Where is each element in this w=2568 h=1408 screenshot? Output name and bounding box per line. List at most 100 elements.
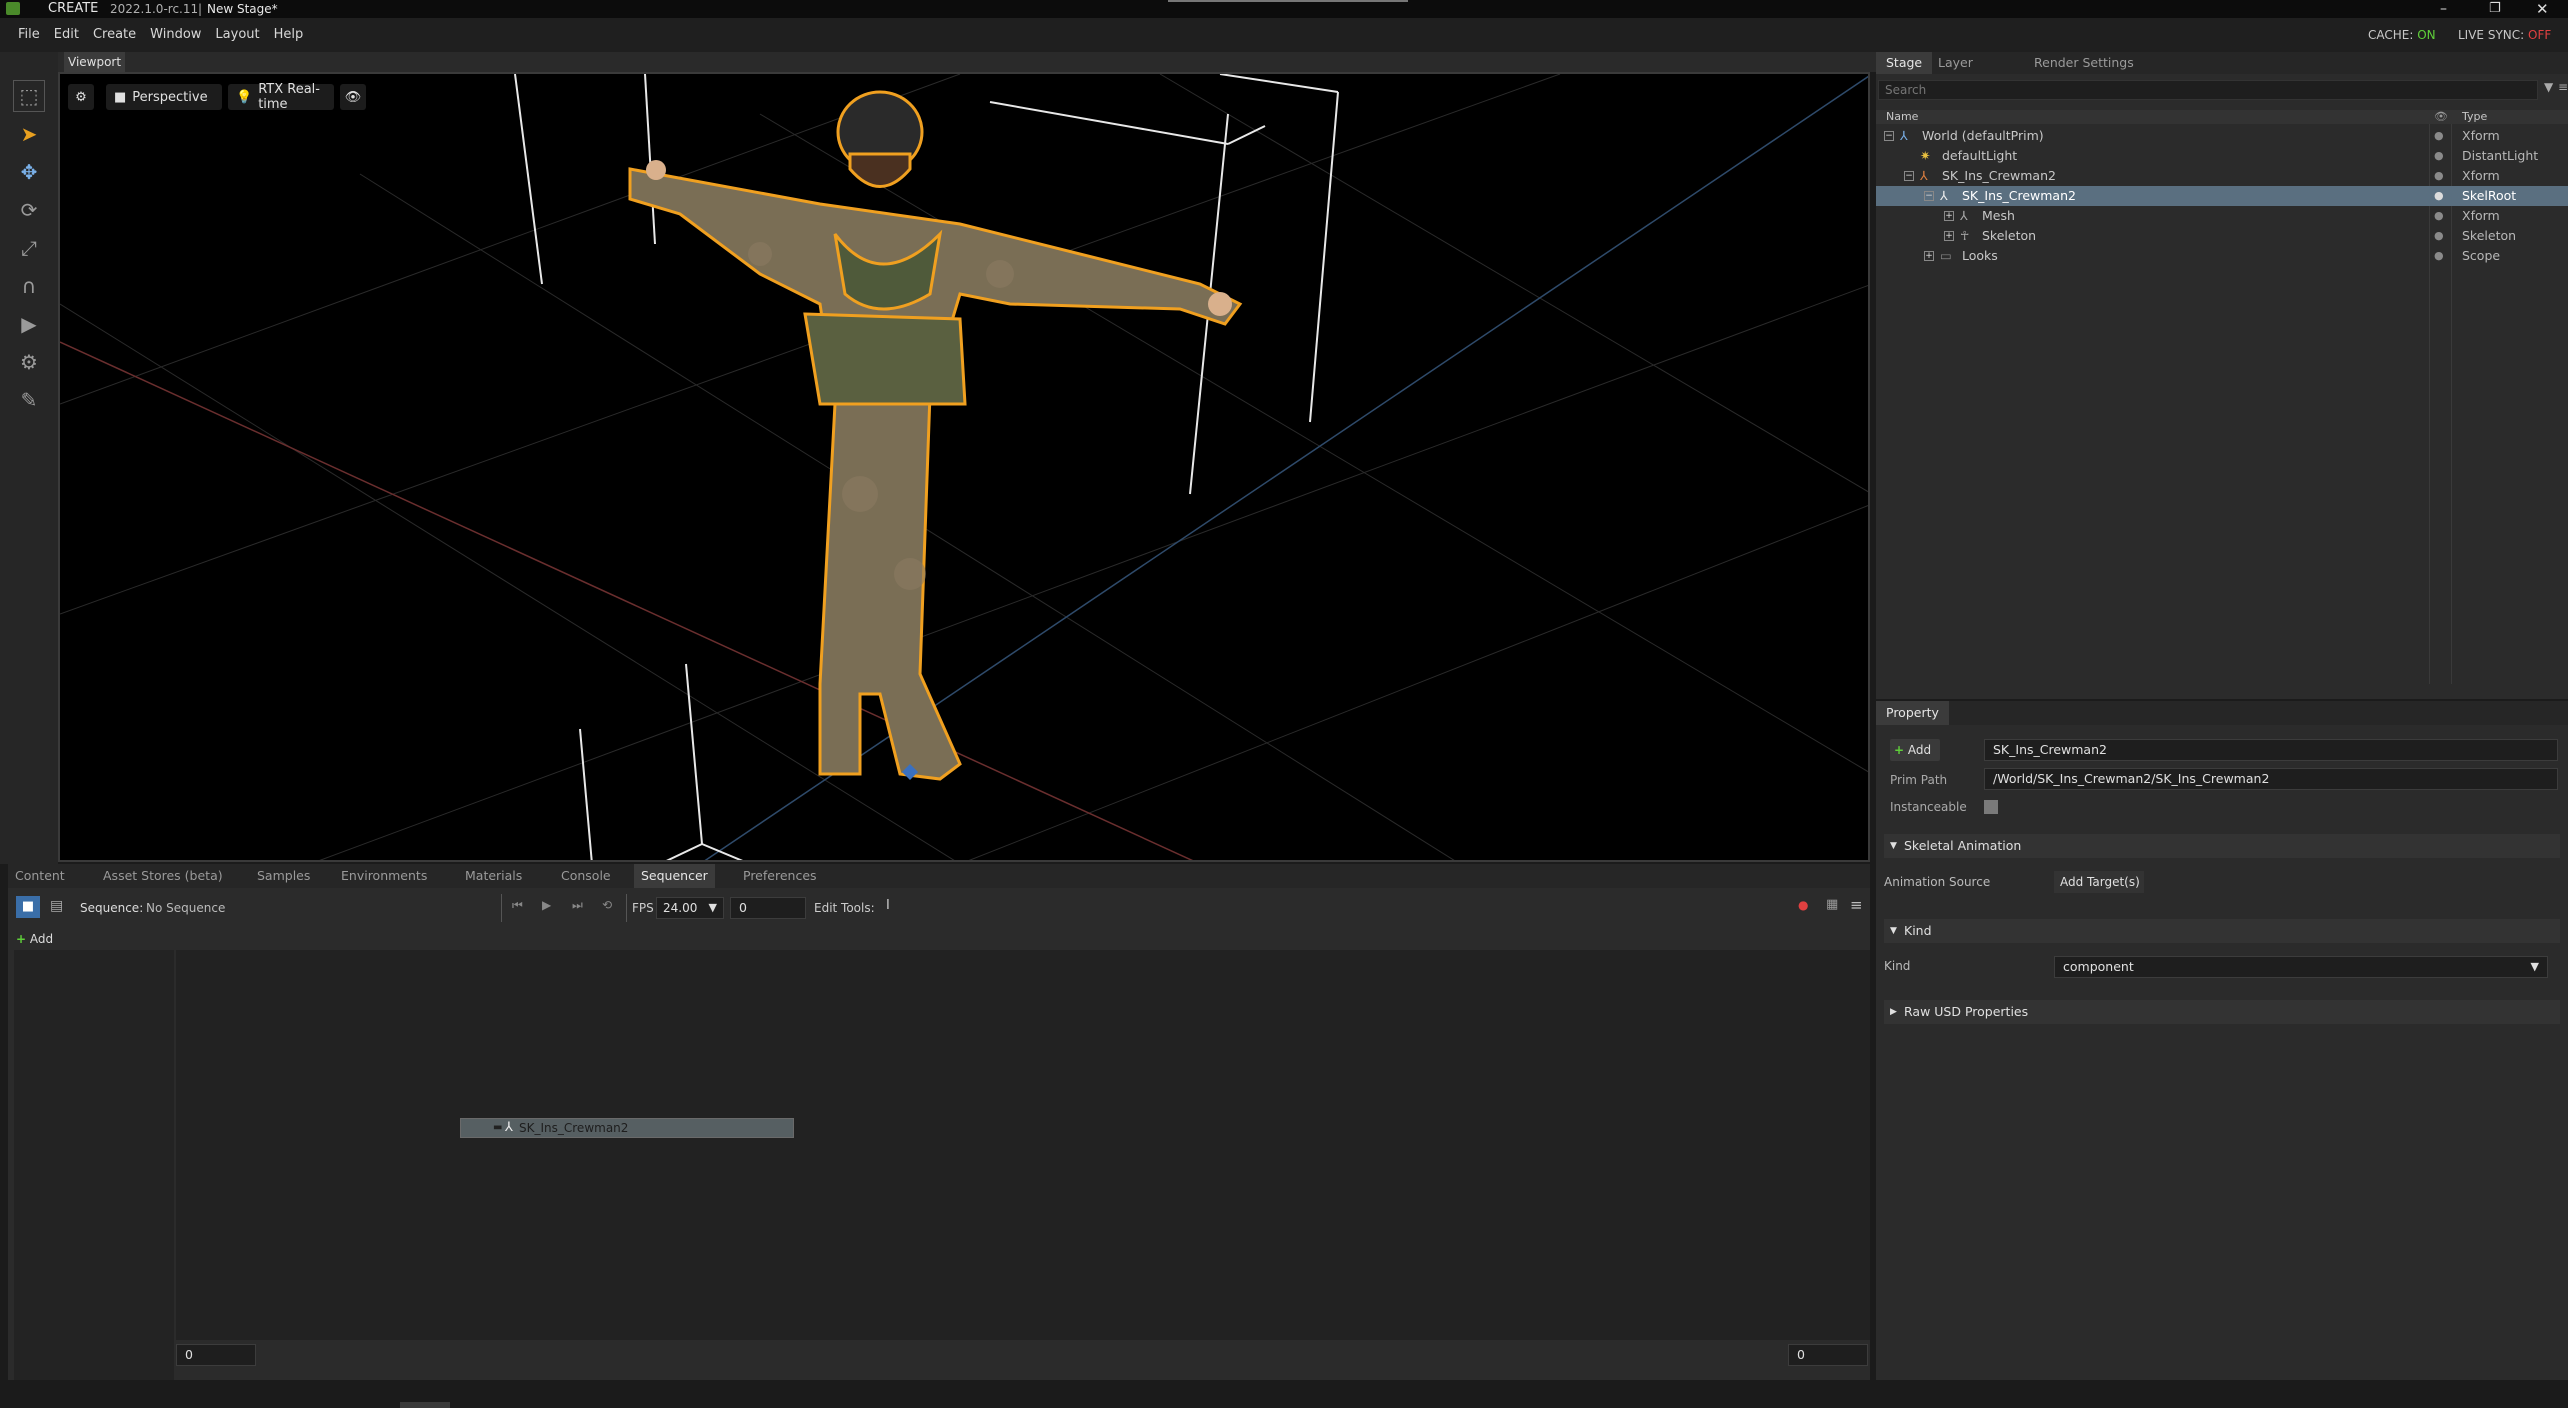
add-track-button[interactable]: + Add <box>16 928 166 950</box>
viewport-settings-icon[interactable]: ⚙ <box>68 84 94 110</box>
paint-brush-icon[interactable]: ✎ <box>13 384 45 416</box>
menu-layout[interactable]: Layout <box>208 18 266 52</box>
stage-search-input[interactable] <box>1878 80 2538 100</box>
text-cursor-icon[interactable]: I <box>886 898 890 913</box>
prim-path-field[interactable]: /World/SK_Ins_Crewman2/SK_Ins_Crewman2 <box>1984 768 2558 790</box>
xform-icon: ⅄ <box>1960 208 1968 223</box>
resize-grip[interactable] <box>400 1402 450 1408</box>
loop-icon[interactable]: ⟲ <box>602 898 612 912</box>
viewport[interactable]: ⚙ ■ Perspective 💡 RTX Real-time 👁 <box>58 72 1870 862</box>
physics-icon[interactable]: ⚙ <box>13 346 45 378</box>
tree-row-world[interactable]: − ⅄ World (defaultPrim) ● Xform <box>1876 126 2568 146</box>
close-icon[interactable]: ✕ <box>2536 0 2549 18</box>
eye-icon[interactable]: ● <box>2434 206 2444 226</box>
start-frame-field[interactable]: 0 <box>176 1344 256 1366</box>
tab-console[interactable]: Console <box>554 864 618 888</box>
tab-sequencer[interactable]: Sequencer <box>634 864 715 888</box>
tab-layer[interactable]: Layer <box>1928 52 1983 74</box>
track-settings-icon[interactable]: ▦ <box>1826 897 1838 912</box>
end-frame-field[interactable]: 0 <box>1788 1344 1868 1366</box>
current-frame-field[interactable]: 0 <box>730 897 806 919</box>
add-targets-button[interactable]: Add Target(s) <box>2054 871 2144 893</box>
tab-materials[interactable]: Materials <box>458 864 529 888</box>
track-list-area[interactable] <box>14 950 174 1380</box>
character-model <box>628 90 1243 781</box>
tab-asset-stores[interactable]: Asset Stores (beta) <box>96 864 230 888</box>
eye-icon[interactable]: ● <box>2434 126 2444 146</box>
minimize-icon[interactable]: – <box>2440 0 2447 18</box>
live-sync-value[interactable]: OFF <box>2528 28 2551 42</box>
sequence-clip[interactable]: ▬ ⅄ SK_Ins_Crewman2 <box>460 1118 794 1138</box>
camera-button[interactable]: ■ Perspective <box>106 84 222 110</box>
step-forward-icon[interactable]: ⏭ <box>572 898 583 913</box>
tree-row-defaultlight[interactable]: ✷ defaultLight ● DistantLight <box>1876 146 2568 166</box>
viewport-tab[interactable]: Viewport <box>64 52 126 72</box>
kind-dropdown[interactable]: component ▼ <box>2054 956 2548 978</box>
options-menu-icon[interactable]: ≡ <box>2558 80 2568 94</box>
tree-row-sk-ins-crewman2-xform[interactable]: − ⅄ SK_Ins_Crewman2 ● Xform <box>1876 166 2568 186</box>
tab-render-settings[interactable]: Render Settings <box>2024 52 2144 74</box>
collapse-icon[interactable]: − <box>1924 191 1934 201</box>
menu-create[interactable]: Create <box>86 18 143 52</box>
eye-icon[interactable]: ● <box>2434 166 2444 186</box>
section-raw-usd-properties[interactable]: ▶ Raw USD Properties <box>1884 1000 2560 1024</box>
tree-row-skeleton[interactable]: + ☥ Skeleton ● Skeleton <box>1876 226 2568 246</box>
collapse-icon[interactable]: ▬ <box>493 1119 502 1137</box>
play-icon[interactable]: ▶ <box>542 898 551 912</box>
skelroot-icon: ⅄ <box>505 1120 513 1135</box>
collapse-icon[interactable]: − <box>1904 171 1914 181</box>
expand-icon[interactable]: + <box>1944 211 1954 221</box>
filter-icon[interactable]: ▼ <box>2544 80 2553 94</box>
instanceable-checkbox[interactable] <box>1984 800 1998 814</box>
expand-icon[interactable]: + <box>1924 251 1934 261</box>
tree-label: defaultLight <box>1942 148 2018 163</box>
tab-content[interactable]: Content <box>8 864 72 888</box>
menu-window[interactable]: Window <box>143 18 208 52</box>
restore-icon[interactable]: ❐ <box>2489 0 2501 18</box>
add-property-button[interactable]: + Add <box>1890 739 1940 761</box>
section-kind[interactable]: ▼ Kind <box>1884 919 2560 943</box>
hamburger-menu-icon[interactable]: ≡ <box>1850 896 1863 914</box>
select-arrow-icon[interactable]: ➤ <box>13 118 45 150</box>
tab-stage[interactable]: Stage <box>1876 52 1933 74</box>
tree-row-looks[interactable]: + ▭ Looks ● Scope <box>1876 246 2568 266</box>
collapse-icon[interactable]: − <box>1884 131 1894 141</box>
eye-icon[interactable]: ● <box>2434 186 2444 206</box>
camera-icon[interactable]: ■ <box>16 896 40 918</box>
record-icon[interactable]: ● <box>1798 898 1808 912</box>
snap-icon[interactable]: ∩ <box>13 270 45 302</box>
section-skeletal-animation[interactable]: ▼ Skeletal Animation <box>1884 834 2560 858</box>
step-back-icon[interactable]: ⏮ <box>512 898 523 913</box>
section-label: Kind <box>1904 923 1932 938</box>
sequencer-timeline[interactable]: ▬ ⅄ SK_Ins_Crewman2 <box>176 950 1870 1340</box>
tab-property[interactable]: Property <box>1876 701 1949 725</box>
menu-edit[interactable]: Edit <box>47 18 86 52</box>
eye-icon[interactable]: ● <box>2434 146 2444 166</box>
select-mode-icon[interactable]: ⬚ <box>13 80 45 112</box>
renderer-button[interactable]: 💡 RTX Real-time <box>228 82 334 112</box>
tree-row-mesh[interactable]: + ⅄ Mesh ● Xform <box>1876 206 2568 226</box>
visibility-eye-icon[interactable]: 👁 <box>340 84 366 110</box>
tab-preferences[interactable]: Preferences <box>736 864 824 888</box>
tab-samples[interactable]: Samples <box>250 864 317 888</box>
menu-help[interactable]: Help <box>267 18 311 52</box>
cache-value[interactable]: ON <box>2417 28 2435 42</box>
menu-file[interactable]: File <box>11 18 47 52</box>
film-icon[interactable]: ▤ <box>50 898 63 914</box>
section-label: Raw USD Properties <box>1904 1004 2029 1019</box>
tree-type: Xform <box>2462 128 2500 143</box>
eye-icon[interactable]: ● <box>2434 246 2444 266</box>
tree-label: SK_Ins_Crewman2 <box>1962 188 2076 203</box>
app-version: 2022.1.0-rc.11 <box>110 2 199 16</box>
tab-environments[interactable]: Environments <box>334 864 434 888</box>
eye-icon[interactable]: ● <box>2434 226 2444 246</box>
move-icon[interactable]: ✥ <box>13 156 45 188</box>
rotate-icon[interactable]: ⟳ <box>13 194 45 226</box>
fps-dropdown[interactable]: 24.00 ▼ <box>656 897 724 919</box>
play-icon[interactable]: ▶ <box>13 308 45 340</box>
tree-row-sk-ins-crewman2-skelroot[interactable]: − ⅄ SK_Ins_Crewman2 ● SkelRoot <box>1876 186 2568 206</box>
expand-icon[interactable]: + <box>1944 231 1954 241</box>
chevron-down-icon: ▼ <box>2530 960 2539 973</box>
prim-name-field[interactable]: SK_Ins_Crewman2 <box>1984 739 2558 761</box>
scale-icon[interactable]: ⤢ <box>13 232 45 264</box>
